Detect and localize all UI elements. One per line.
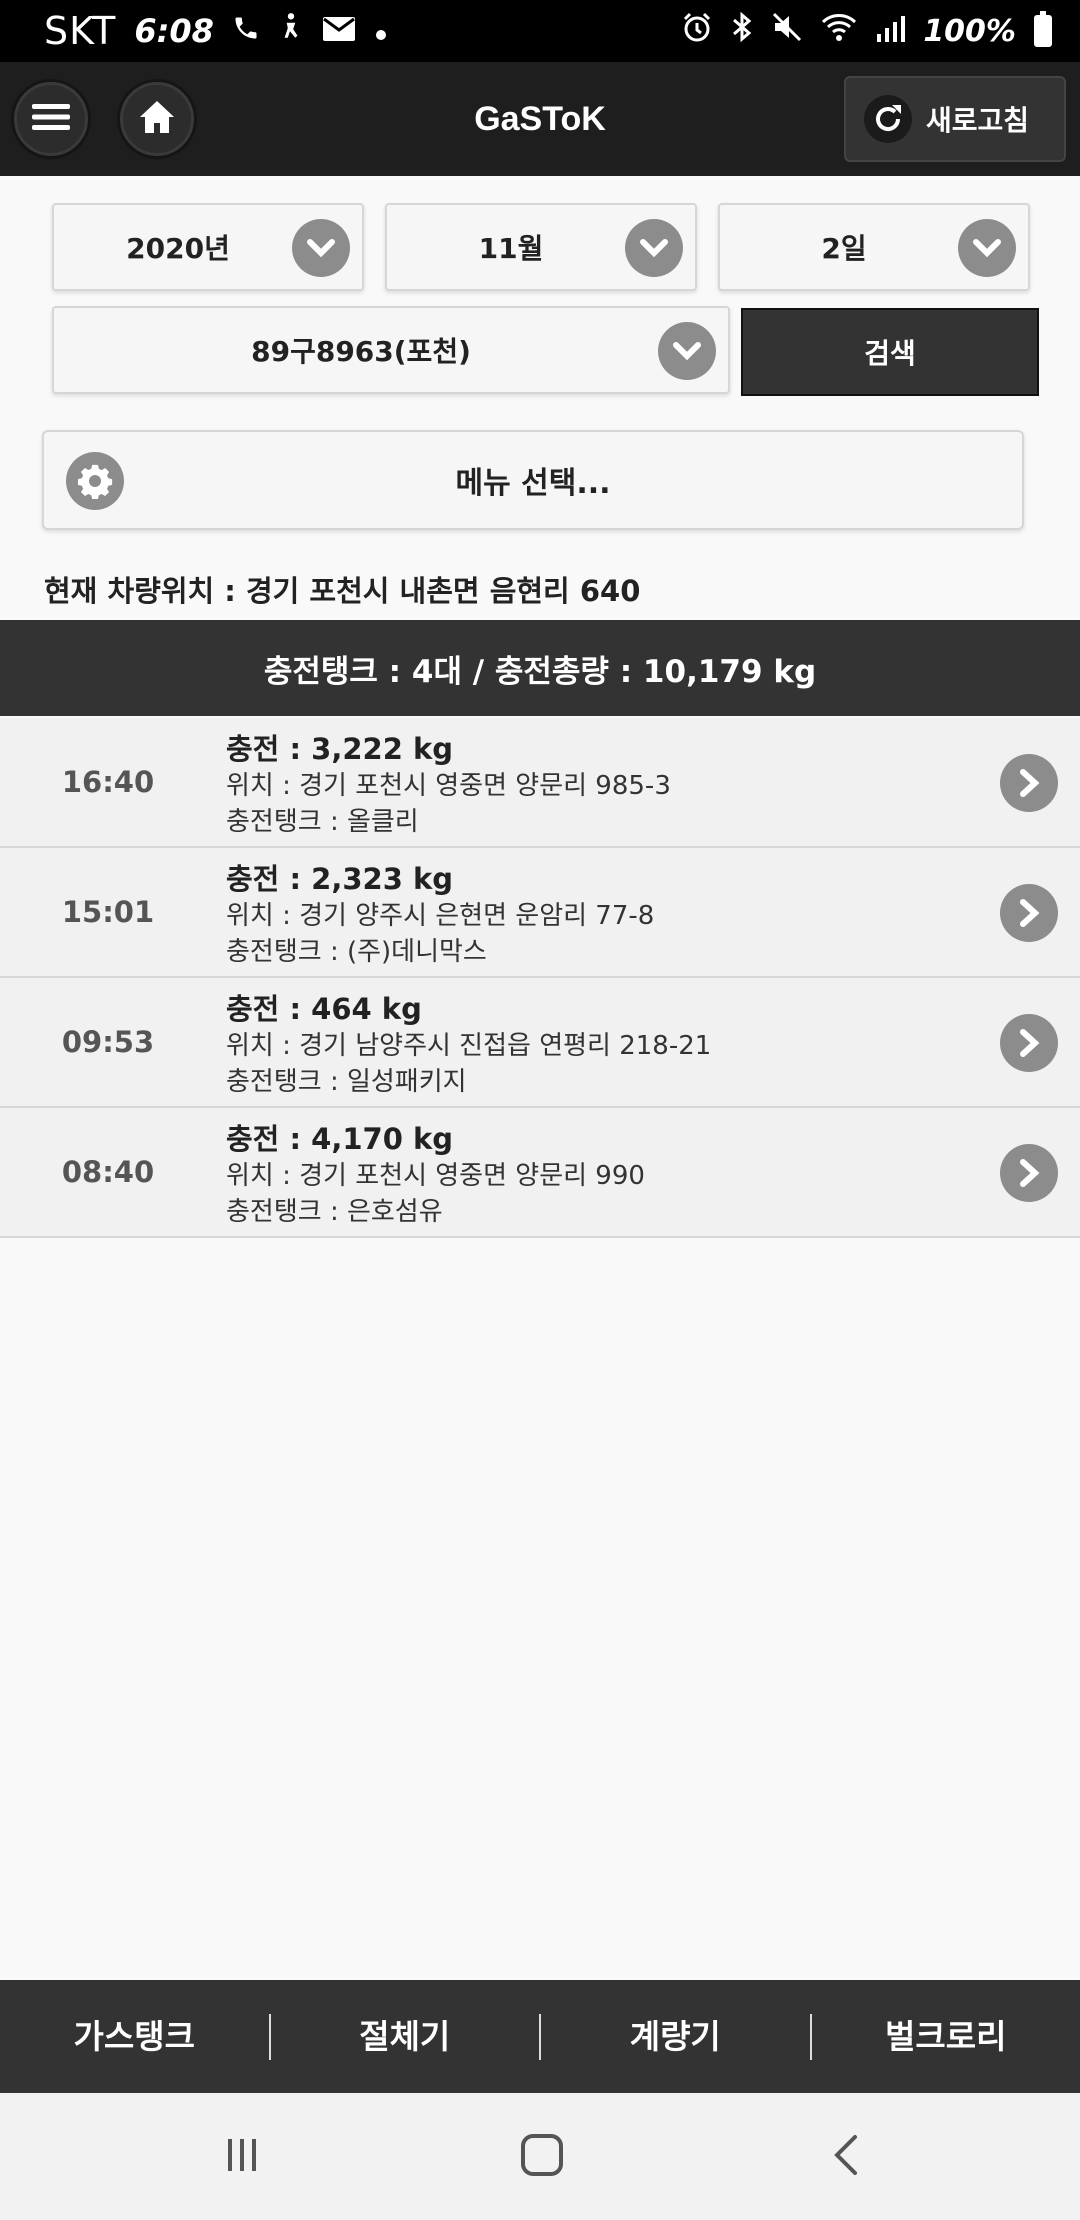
day-select[interactable]: 2일 (718, 203, 1030, 291)
status-bar: SKT 6:08 100% (0, 0, 1080, 62)
record-tank: 충전탱크 : 일성패키지 (226, 1067, 467, 1097)
signal-icon (875, 11, 906, 51)
nav-gas-tank[interactable]: 가스탱크 (0, 1980, 269, 2093)
refresh-label: 새로고침 (926, 104, 1030, 137)
bottom-navigation: 가스탱크 절체기 계량기 벌크로리 (0, 1980, 1080, 2093)
carrier-label: SKT (44, 9, 117, 53)
mute-icon (771, 11, 803, 52)
record-tank: 충전탱크 : 올클리 (226, 807, 419, 837)
system-navigation-bar (0, 2093, 1080, 2220)
home-nav-button[interactable] (512, 2127, 572, 2187)
list-item[interactable]: 16:40 충전 : 3,222 kg 위치 : 경기 포천시 영중면 양문리 … (0, 718, 1080, 848)
charge-summary: 충전탱크 : 4대 / 충전총량 : 10,179 kg (0, 620, 1080, 716)
record-tank: 충전탱크 : 은호섬유 (226, 1197, 443, 1227)
menu-select-label: 메뉴 선택... (455, 466, 611, 501)
back-button[interactable] (816, 2127, 876, 2187)
battery-percent: 100% (923, 13, 1016, 49)
search-button[interactable]: 검색 (741, 308, 1039, 396)
gear-icon (66, 452, 124, 510)
record-time: 08:40 (61, 1155, 155, 1189)
home-icon (138, 99, 176, 139)
refresh-icon (864, 95, 912, 143)
battery-icon (1034, 11, 1052, 47)
recent-apps-icon (222, 2135, 262, 2179)
home-button[interactable] (120, 82, 194, 156)
recent-apps-button[interactable] (212, 2127, 272, 2187)
hamburger-menu-button[interactable] (14, 82, 88, 156)
year-select[interactable]: 2020년 (52, 203, 364, 291)
record-time: 16:40 (61, 765, 155, 799)
nav-bulk-lorry[interactable]: 벌크로리 (812, 1980, 1080, 2093)
wifi-icon (821, 11, 857, 51)
chevron-down-icon (958, 219, 1016, 277)
record-location: 위치 : 경기 남양주시 진접읍 연평리 218-21 (226, 1031, 712, 1061)
back-icon (831, 2133, 861, 2181)
chevron-right-icon[interactable] (1000, 1014, 1058, 1072)
record-charge: 충전 : 2,323 kg (226, 862, 454, 896)
list-item[interactable]: 09:53 충전 : 464 kg 위치 : 경기 남양주시 진접읍 연평리 2… (0, 978, 1080, 1108)
mail-icon (322, 11, 356, 51)
chevron-down-icon (292, 219, 350, 277)
alarm-icon (681, 11, 713, 52)
nav-meter[interactable]: 계량기 (541, 1980, 810, 2093)
day-value: 2일 (821, 232, 867, 265)
chevron-right-icon[interactable] (1000, 1144, 1058, 1202)
record-time: 15:01 (61, 895, 155, 929)
chevron-down-icon (625, 219, 683, 277)
notification-dot-icon (374, 11, 388, 51)
menu-select[interactable]: 메뉴 선택... (42, 430, 1024, 530)
list-item[interactable]: 08:40 충전 : 4,170 kg 위치 : 경기 포천시 영중면 양문리 … (0, 1108, 1080, 1238)
list-item[interactable]: 15:01 충전 : 2,323 kg 위치 : 경기 양주시 은현면 운암리 … (0, 848, 1080, 978)
record-tank: 충전탱크 : (주)데니막스 (226, 937, 487, 967)
chevron-right-icon[interactable] (1000, 754, 1058, 812)
vehicle-select[interactable]: 89구8963(포천) (52, 306, 730, 394)
month-select[interactable]: 11월 (385, 203, 697, 291)
hamburger-icon (32, 102, 70, 136)
accessibility-icon (278, 11, 304, 51)
record-location: 위치 : 경기 포천시 영중면 양문리 985-3 (226, 771, 671, 801)
record-time: 09:53 (61, 1025, 155, 1059)
chevron-down-icon (658, 322, 716, 380)
charge-record-list: 16:40 충전 : 3,222 kg 위치 : 경기 포천시 영중면 양문리 … (0, 718, 1080, 1238)
phone-icon (232, 11, 260, 51)
app-header: GaSToK 새로고침 (0, 62, 1080, 176)
home-nav-icon (519, 2132, 565, 2182)
year-value: 2020년 (126, 232, 230, 265)
clock: 6:08 (134, 12, 214, 50)
record-location: 위치 : 경기 포천시 영중면 양문리 990 (226, 1161, 645, 1191)
chevron-right-icon[interactable] (1000, 884, 1058, 942)
record-location: 위치 : 경기 양주시 은현면 운암리 77-8 (226, 901, 655, 931)
bluetooth-icon (731, 11, 753, 52)
record-charge: 충전 : 4,170 kg (226, 1122, 454, 1156)
vehicle-value: 89구8963(포천) (251, 335, 471, 368)
refresh-button[interactable]: 새로고침 (844, 76, 1066, 162)
record-charge: 충전 : 464 kg (226, 992, 422, 1026)
record-charge: 충전 : 3,222 kg (226, 732, 454, 766)
nav-switchover[interactable]: 절체기 (271, 1980, 540, 2093)
current-location: 현재 차량위치 : 경기 포천시 내촌면 음현리 640 (44, 574, 641, 608)
month-value: 11월 (478, 232, 544, 265)
